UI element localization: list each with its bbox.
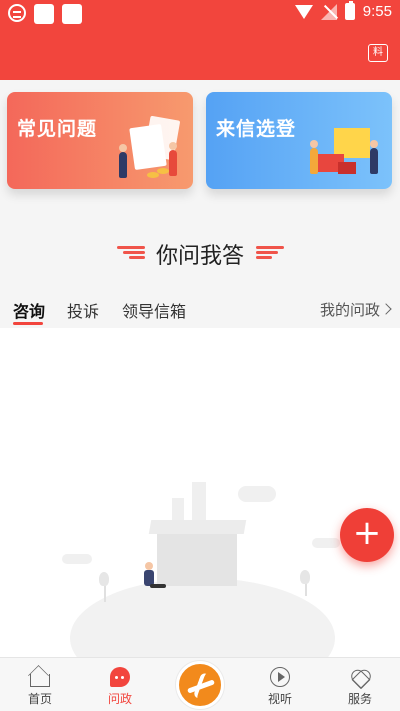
tab-bar: 咨询 投诉 领导信箱 我的问政 [0,286,400,328]
report-button[interactable]: 料 [368,44,388,62]
bottom-nav: 首页 问政 视听 服务 [0,657,400,711]
person-body [370,148,378,174]
active-tab-indicator [13,322,43,325]
person-legs [150,584,166,588]
notification-icon [34,4,54,24]
person-head [119,144,127,152]
nav-item-video[interactable]: 视听 [250,658,310,711]
tab-consult[interactable]: 咨询 [13,298,45,322]
tab-leader-mailbox[interactable]: 领导信箱 [122,298,186,322]
wenzheng-icon [110,667,130,687]
no-signal-icon [320,3,337,20]
person-body [169,150,177,176]
top-header: 9:55 料 [0,0,400,80]
empty-state [0,328,400,657]
status-time: 9:55 [362,3,392,20]
person-head [370,140,378,148]
tree-shape [99,572,109,586]
person-head [310,140,318,148]
faq-card[interactable]: 常见问题 [7,92,193,189]
person-body [119,152,127,178]
section-header: 你问我答 [0,220,400,286]
nav-label: 问政 [107,692,132,706]
heart-icon [350,667,370,687]
title-decoration-right [256,246,284,260]
tree-shape [300,570,310,584]
ground-shape [70,578,335,657]
cloud-shape [312,538,340,548]
envelope-shape [338,162,356,174]
coin-shape [147,172,159,178]
person-head [145,562,153,570]
battery-icon [344,1,355,20]
center-logo-button[interactable] [176,661,224,709]
section-title: 你问我答 [155,244,244,269]
person-body [310,148,318,174]
nav-item-home[interactable]: 首页 [10,658,70,711]
nav-label: 首页 [27,692,52,706]
status-notifications [8,4,82,24]
status-bar: 9:55 [0,0,400,28]
my-wenzheng-link[interactable]: 我的问政 [320,299,380,320]
nav-label: 服务 [347,692,372,706]
person-head [169,142,177,150]
coin-shape [157,168,169,174]
tab-complaint[interactable]: 投诉 [67,298,99,322]
box-lid-shape [148,520,247,534]
cloud-shape [62,554,92,564]
letter-card[interactable]: 来信选登 [206,92,392,189]
chevron-right-icon [380,303,392,315]
status-system: 9:55 [294,1,392,20]
play-icon [270,667,290,687]
notification-icon [62,4,82,24]
cloud-shape [238,486,276,502]
nav-label: 视听 [267,692,292,706]
add-question-button[interactable]: + [340,508,394,562]
home-icon [30,674,50,687]
letter-card-title: 来信选登 [216,118,297,140]
nav-item-wenzheng[interactable]: 问政 [90,658,150,711]
wifi-icon [294,4,313,19]
faq-card-title: 常见问题 [17,118,98,140]
entry-cards: 常见问题 来信选登 [0,80,400,220]
robot-icon [8,4,26,22]
empty-box-shape [157,528,237,586]
nav-item-service[interactable]: 服务 [330,658,390,711]
